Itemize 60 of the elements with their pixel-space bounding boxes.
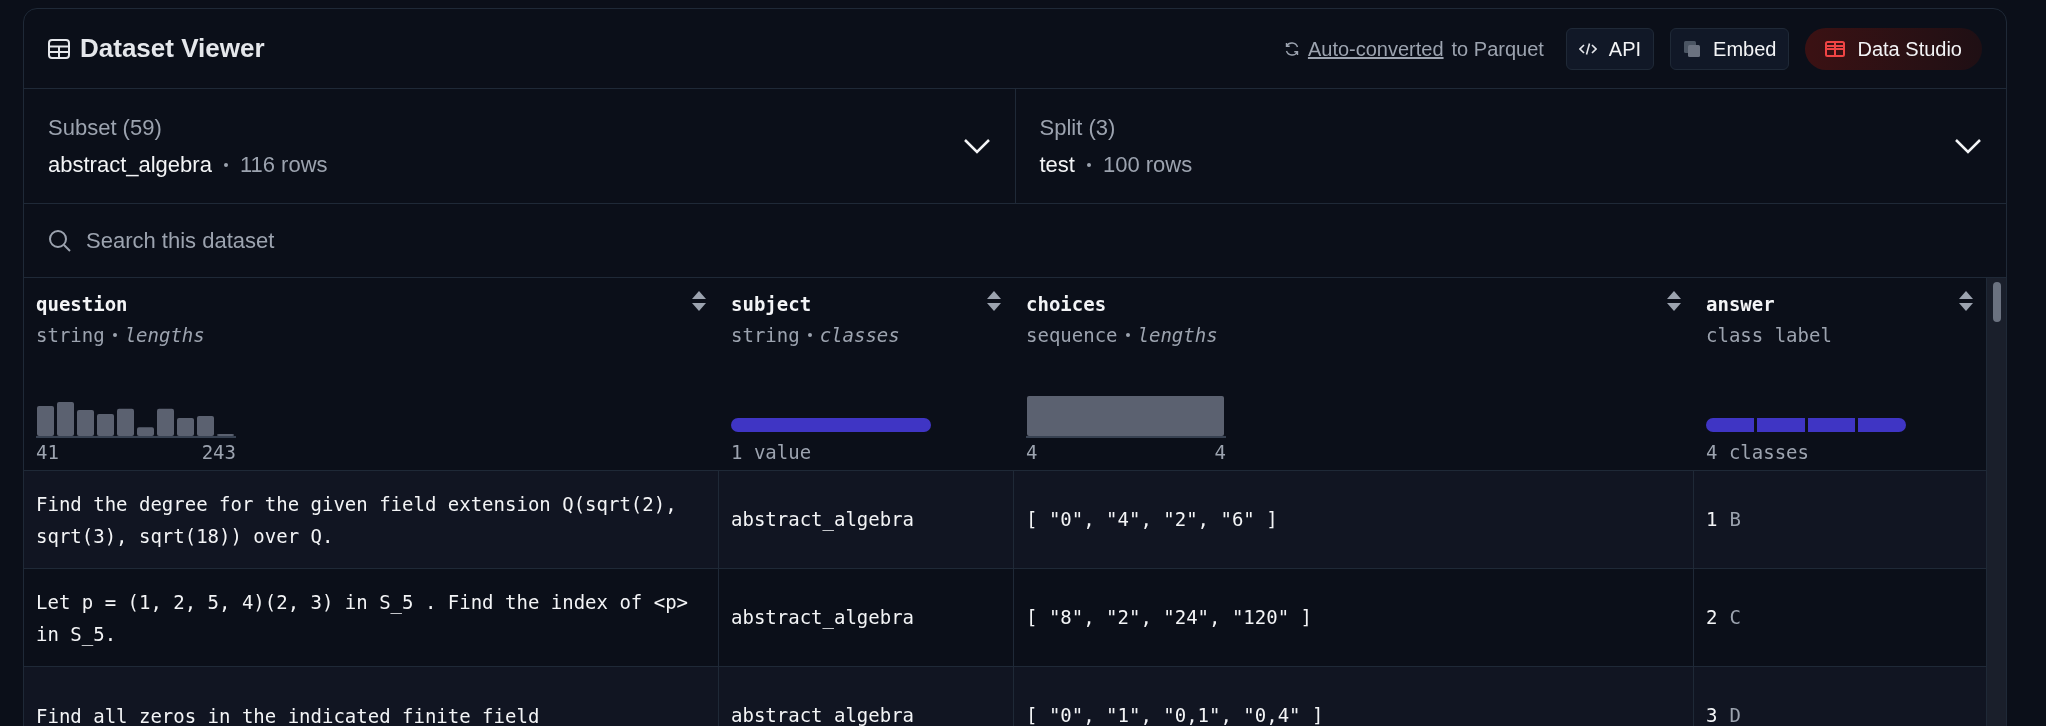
range-max: 4 [1214,439,1226,465]
answer-index: 2 [1706,605,1718,631]
table-icon [1825,40,1846,57]
api-button[interactable]: API [1565,27,1655,70]
choices-cell-text: [ "0", "1", "0,1", "0,4" ] [1026,703,1324,726]
range-min: 4 [1026,439,1038,465]
column-name: answer [1706,292,1775,317]
data-studio-button[interactable]: Data Studio [1805,27,1982,70]
selector-dropdown[interactable]: Split (3) test 100 rows [1015,89,2006,203]
sort-icon[interactable] [691,290,707,312]
copy-icon [1683,39,1702,58]
column-type: sequence [1026,322,1118,348]
viewer-title: Dataset Viewer [80,32,265,65]
chevron-down-icon [1954,138,1982,154]
subject-cell-text: abstract_algebra [731,605,915,631]
question-cell-text: Find the degree for the given field extension Q(sqrt(2), sqrt(3), sqrt(18)) over Q. [36,491,678,549]
selector-dropdown[interactable]: Subset (59) abstract_algebra 116 rows [24,89,1016,203]
subject-cell-text: abstract_algebra [731,507,915,533]
choices-cell-text: [ "0", "4", "2", "6" ] [1026,507,1278,533]
column-type: class label [1706,322,1832,348]
sort-icon[interactable] [1666,290,1682,312]
column-type: string [36,322,105,348]
selector-value: abstract_algebra [48,151,212,179]
range-max: 243 [201,439,236,465]
column-name: choices [1026,292,1107,317]
sort-icon[interactable] [1958,290,1974,312]
answer-label: B [1729,507,1741,533]
sort-icon[interactable] [986,290,1002,312]
auto-converted-link[interactable]: Auto-converted [1307,33,1444,64]
column-stat: lengths [1137,322,1218,348]
class-summary: 1 value [731,439,813,465]
refresh-icon [1283,40,1300,57]
search-field[interactable]: Search this dataset [86,224,1982,257]
search-icon [48,228,72,253]
subject-cell-text: abstract_algebra [731,703,915,726]
column-stat: classes [819,322,900,348]
range-min: 41 [36,439,59,465]
parquet-label: to Parquet [1451,36,1544,62]
chevron-down-icon [962,138,991,154]
column-name: question [36,292,128,317]
class-summary: 4 classes [1706,439,1810,465]
choices-cell-text: [ "8", "2", "24", "120" ] [1026,605,1312,631]
selector-label: Split (3) [1039,114,1117,142]
table-icon [48,38,70,59]
embed-button[interactable]: Embed [1670,27,1790,70]
column-name: subject [731,292,812,317]
row-count: 100 rows [1102,151,1193,179]
answer-index: 1 [1706,507,1718,533]
selector-value: test [1039,151,1075,179]
question-cell-text: Find all zeros in the indicated finite field [36,703,540,726]
question-cell-text: Let p = (1, 2, 5, 4)(2, 3) in S_5 . Find the index of <p> in S_5. [36,589,690,648]
answer-label: D [1729,703,1741,726]
column-type: string [731,322,800,348]
scrollbar[interactable] [1986,278,2006,726]
selector-label: Subset (59) [48,114,163,142]
code-icon [1578,41,1597,56]
answer-label: C [1729,605,1741,631]
column-stat: lengths [124,322,205,348]
answer-index: 3 [1706,703,1718,726]
row-count: 116 rows [239,151,328,179]
